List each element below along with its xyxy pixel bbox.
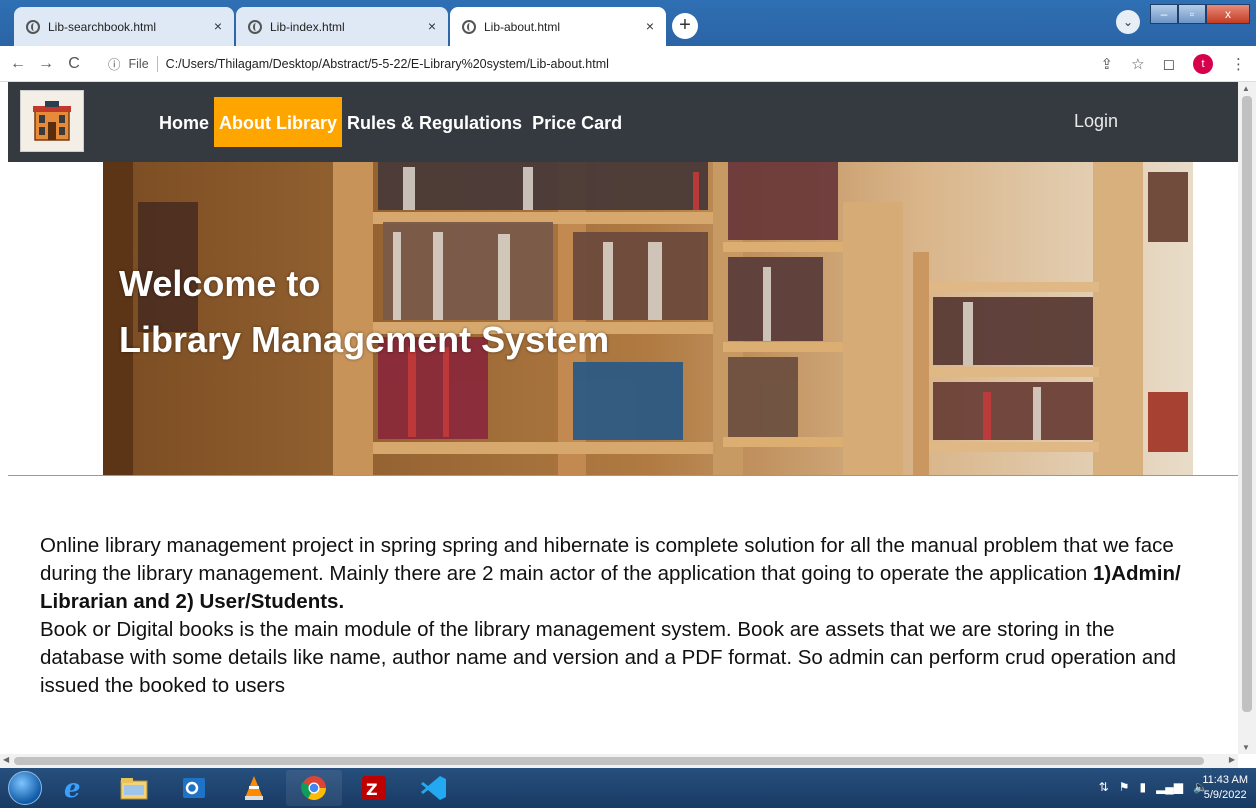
browser-tab-active[interactable]: Lib-about.html × bbox=[450, 7, 666, 46]
tab-title: Lib-searchbook.html bbox=[48, 19, 157, 34]
site-navbar: Home About Library Rules & Regulations P… bbox=[8, 82, 1238, 162]
banner-line-2: Library Management System bbox=[119, 319, 610, 360]
nav-home[interactable]: Home bbox=[154, 97, 214, 147]
outlook-icon[interactable] bbox=[166, 770, 222, 806]
signal-icon[interactable]: ▂▄▆ bbox=[1156, 780, 1183, 794]
chrome-icon[interactable] bbox=[286, 770, 342, 806]
browser-tab[interactable]: Lib-searchbook.html × bbox=[14, 7, 234, 46]
taskbar: e Z ⇅ ⚑ ▮ ▂▄▆ 🔈 11:43 AM 5/9/2022 bbox=[0, 768, 1256, 808]
file-explorer-icon[interactable] bbox=[106, 770, 162, 806]
about-text: Online library management project in spr… bbox=[40, 534, 1174, 585]
horizontal-scrollbar[interactable]: ◀ ▶ bbox=[0, 754, 1238, 768]
network-icon[interactable]: ⇅ bbox=[1099, 780, 1109, 794]
about-content: Online library management project in spr… bbox=[40, 532, 1200, 700]
scroll-right-icon[interactable]: ▶ bbox=[1229, 755, 1235, 764]
tab-title: Lib-index.html bbox=[270, 19, 345, 34]
close-tab-icon[interactable]: × bbox=[214, 18, 222, 34]
flag-icon[interactable]: ⚑ bbox=[1119, 780, 1130, 794]
divider bbox=[156, 55, 158, 72]
banner-line-1: Welcome to bbox=[119, 263, 321, 304]
menu-icon[interactable]: ⋮ bbox=[1231, 55, 1246, 73]
svg-text:Z: Z bbox=[366, 780, 378, 799]
scroll-up-icon[interactable]: ▲ bbox=[1242, 84, 1250, 93]
browser-tab[interactable]: Lib-index.html × bbox=[236, 7, 448, 46]
battery-icon[interactable]: ▮ bbox=[1139, 780, 1146, 794]
scroll-left-icon[interactable]: ◀ bbox=[3, 755, 9, 764]
site-nav: Home About Library Rules & Regulations P… bbox=[154, 97, 627, 147]
nav-price-card[interactable]: Price Card bbox=[527, 97, 627, 147]
tab-title: Lib-about.html bbox=[484, 19, 561, 34]
close-tab-icon[interactable]: × bbox=[428, 18, 436, 34]
hero-banner: Welcome to Library Management System bbox=[103, 162, 1193, 476]
new-tab-button[interactable]: + bbox=[672, 13, 698, 39]
nav-rules-regulations[interactable]: Rules & Regulations bbox=[342, 97, 527, 147]
back-button[interactable]: ← bbox=[8, 55, 28, 73]
share-icon[interactable]: ⇪ bbox=[1101, 55, 1114, 73]
side-panel-icon[interactable]: ◻ bbox=[1163, 55, 1175, 73]
scroll-down-icon[interactable]: ▼ bbox=[1242, 743, 1250, 752]
clock-date: 5/9/2022 bbox=[1203, 789, 1247, 801]
close-tab-icon[interactable]: × bbox=[646, 18, 654, 34]
web-page: Home About Library Rules & Regulations P… bbox=[8, 82, 1238, 754]
start-button[interactable] bbox=[8, 771, 42, 805]
bookmark-star-icon[interactable]: ☆ bbox=[1131, 55, 1144, 73]
about-paragraph: Online library management project in spr… bbox=[40, 532, 1200, 616]
login-link[interactable]: Login bbox=[1074, 111, 1118, 132]
globe-icon bbox=[462, 19, 476, 34]
url-text[interactable]: C:/Users/Thilagam/Desktop/Abstract/5-5-2… bbox=[166, 57, 609, 71]
info-icon[interactable]: ⓘ bbox=[108, 54, 121, 73]
address-bar[interactable]: ⓘ File C:/Users/Thilagam/Desktop/Abstrac… bbox=[108, 54, 609, 73]
minimize-button[interactable]: – bbox=[1150, 4, 1178, 24]
reload-button[interactable]: C bbox=[64, 55, 84, 73]
forward-button[interactable]: → bbox=[36, 55, 56, 73]
scroll-thumb[interactable] bbox=[1242, 96, 1252, 712]
close-window-button[interactable]: x bbox=[1206, 4, 1250, 24]
nav-about-library[interactable]: About Library bbox=[214, 97, 343, 147]
window-controls: – ▫ x bbox=[1150, 4, 1250, 24]
ie-icon[interactable]: e bbox=[46, 770, 102, 806]
system-tray: ⇅ ⚑ ▮ ▂▄▆ 🔈 bbox=[1099, 780, 1208, 794]
toolbar-actions: ⇪ ☆ ◻ t ⋮ bbox=[1101, 54, 1246, 74]
vertical-scrollbar[interactable]: ▲ ▼ bbox=[1238, 82, 1256, 754]
globe-icon bbox=[248, 19, 262, 34]
globe-icon bbox=[26, 19, 40, 34]
tab-search-icon[interactable]: ⌄ bbox=[1116, 10, 1140, 34]
browser-tab-strip: Lib-searchbook.html × Lib-index.html × L… bbox=[0, 0, 1256, 46]
library-logo-icon[interactable] bbox=[20, 90, 84, 152]
browser-toolbar: ← → C ⓘ File C:/Users/Thilagam/Desktop/A… bbox=[0, 46, 1256, 82]
vlc-icon[interactable] bbox=[226, 770, 282, 806]
scroll-thumb[interactable] bbox=[14, 757, 1204, 765]
maximize-button[interactable]: ▫ bbox=[1178, 4, 1206, 24]
profile-avatar[interactable]: t bbox=[1193, 54, 1213, 74]
taskbar-clock[interactable]: 11:43 AM 5/9/2022 bbox=[1202, 773, 1248, 803]
divider bbox=[8, 475, 1238, 476]
about-paragraph: Book or Digital books is the main module… bbox=[40, 618, 1177, 697]
banner-heading: Welcome to Library Management System bbox=[119, 256, 609, 368]
filezilla-icon[interactable]: Z bbox=[346, 770, 402, 806]
svg-text:e: e bbox=[64, 774, 81, 802]
vscode-icon[interactable] bbox=[406, 770, 462, 806]
clock-time: 11:43 AM bbox=[1202, 774, 1248, 786]
scheme-label: File bbox=[128, 56, 149, 71]
